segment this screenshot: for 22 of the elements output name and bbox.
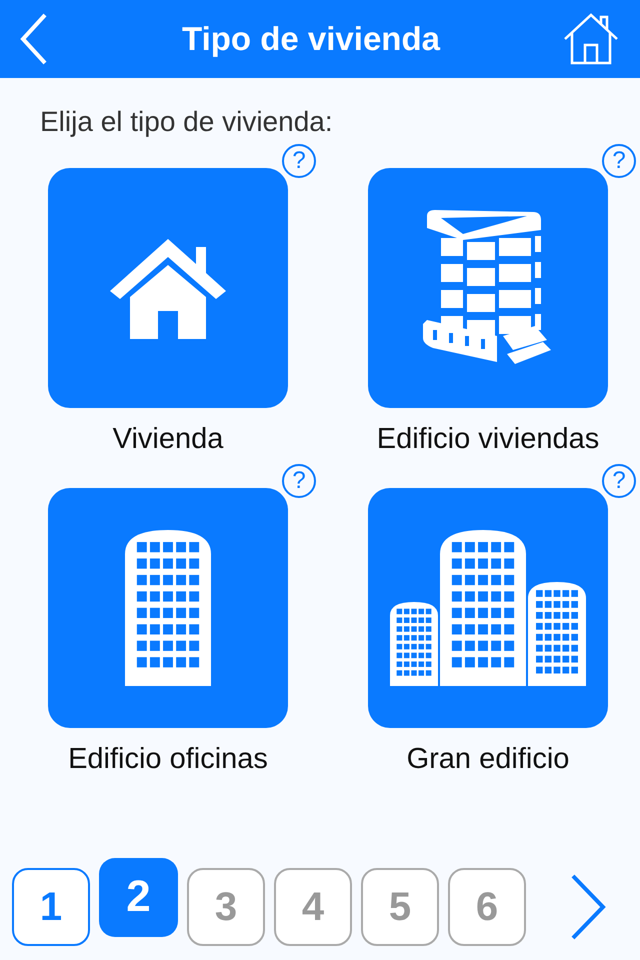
header-title: Tipo de vivienda (182, 19, 440, 60)
office-tower-icon (123, 528, 213, 688)
housing-type-label: Vivienda (112, 422, 224, 457)
housing-type-label: Edificio oficinas (67, 742, 269, 776)
help-button[interactable]: ? (282, 144, 316, 178)
step-button[interactable]: 6 (448, 868, 526, 946)
help-button[interactable]: ? (602, 144, 636, 178)
prompt-text: Elija el tipo de vivienda: (40, 108, 334, 136)
help-button[interactable]: ? (282, 464, 316, 498)
step-button[interactable]: 1 (12, 868, 90, 946)
step-button[interactable]: 4 (274, 868, 352, 946)
housing-type-label: Edificio viviendas (376, 422, 600, 457)
housing-type-tile[interactable] (48, 488, 288, 728)
housing-type-tile[interactable] (368, 168, 608, 408)
step-button[interactable]: 2 (99, 858, 178, 936)
step-button[interactable]: 3 (187, 868, 265, 946)
step-button[interactable]: 5 (361, 868, 439, 946)
city-buildings-icon (388, 528, 588, 688)
help-button[interactable]: ? (602, 464, 636, 498)
housing-type-tile[interactable] (48, 168, 288, 408)
housing-type-tile[interactable] (368, 488, 608, 728)
housing-type-label: Gran edificio (406, 742, 570, 776)
